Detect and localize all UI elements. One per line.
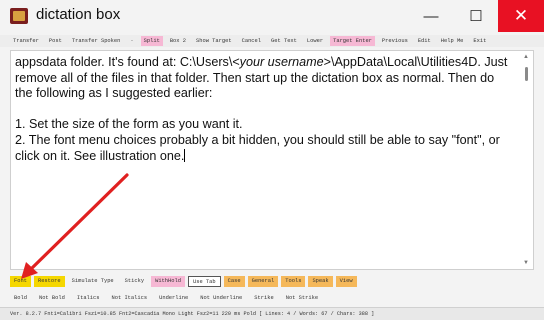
format-button-6[interactable]: Strike: [250, 295, 277, 301]
text-cursor: [184, 148, 186, 162]
option-button-2[interactable]: Simulate Type: [68, 276, 118, 287]
toolbar-button-13[interactable]: Help Me: [438, 36, 467, 46]
toolbar-button-0[interactable]: Transfer: [10, 36, 42, 46]
option-button-8[interactable]: Tools: [281, 275, 306, 287]
format-button-4[interactable]: Underline: [155, 295, 192, 301]
option-button-9[interactable]: Speak: [308, 275, 333, 287]
toolbar-button-3[interactable]: ·: [127, 36, 136, 46]
app-icon: [10, 8, 28, 24]
option-button-4[interactable]: WithHold: [151, 275, 185, 287]
option-button-3[interactable]: Sticky: [121, 276, 148, 287]
toolbar-button-5[interactable]: Box 2: [167, 36, 189, 46]
option-button-5[interactable]: Use Tab: [187, 275, 221, 287]
format-button-0[interactable]: Bold: [10, 295, 31, 301]
format-button-2[interactable]: Italics: [73, 295, 104, 301]
toolbar-button-4[interactable]: Split: [140, 36, 163, 46]
toolbar-button-11[interactable]: Previous: [379, 36, 411, 46]
scroll-thumb[interactable]: [525, 67, 528, 81]
option-button-6[interactable]: Case: [223, 275, 245, 287]
dictation-textarea[interactable]: appsdata folder. It's found at: C:\Users…: [10, 50, 534, 270]
command-toolbar: Transfer Post Transfer Spoken · Split Box 2 Sh…: [0, 35, 544, 47]
minimize-button[interactable]: —: [408, 0, 454, 32]
toolbar-button-9[interactable]: Lower: [304, 36, 326, 46]
window-title: dictation box: [36, 6, 121, 23]
vertical-scrollbar[interactable]: ▲ ▼: [519, 51, 533, 269]
toolbar-button-7[interactable]: Cancel: [239, 36, 264, 46]
option-button-7[interactable]: General: [247, 275, 279, 287]
toolbar-button-6[interactable]: Show Target: [193, 36, 235, 46]
format-button-1[interactable]: Not Bold: [35, 295, 69, 301]
toolbar-button-8[interactable]: Get Text: [268, 36, 300, 46]
option-button-1[interactable]: Restore: [33, 275, 65, 287]
toolbar-button-12[interactable]: Edit: [415, 36, 434, 46]
scroll-down-icon[interactable]: ▼: [523, 260, 529, 266]
close-button[interactable]: ✕: [498, 0, 544, 32]
status-bar: Ver. 8.2.7 Fnt1=Calibri Fsz1=10.85 Fnt2=…: [0, 307, 544, 320]
toolbar-button-2[interactable]: Transfer Spoken: [69, 36, 124, 46]
toolbar-button-14[interactable]: Exit: [470, 36, 489, 46]
format-button-3[interactable]: Not Italics: [108, 295, 152, 301]
toolbar-button-1[interactable]: Post: [46, 36, 65, 46]
options-bar: Font Restore Simulate Type Sticky WithHold Us…: [10, 275, 534, 287]
title-bar[interactable]: dictation box — ☐ ✕: [0, 0, 544, 32]
option-button-0[interactable]: Font: [10, 275, 31, 287]
option-button-10[interactable]: View: [335, 275, 357, 287]
maximize-button[interactable]: ☐: [453, 0, 499, 32]
toolbar-button-10[interactable]: Target Enter: [330, 36, 375, 46]
format-bar: Bold Not Bold Italics Not Italics Underline N…: [10, 293, 534, 303]
format-button-5[interactable]: Not Underline: [196, 295, 246, 301]
dictation-text: appsdata folder. It's found at: C:\Users…: [15, 55, 511, 163]
scroll-up-icon[interactable]: ▲: [523, 54, 529, 60]
format-button-7[interactable]: Not Strike: [282, 295, 322, 301]
